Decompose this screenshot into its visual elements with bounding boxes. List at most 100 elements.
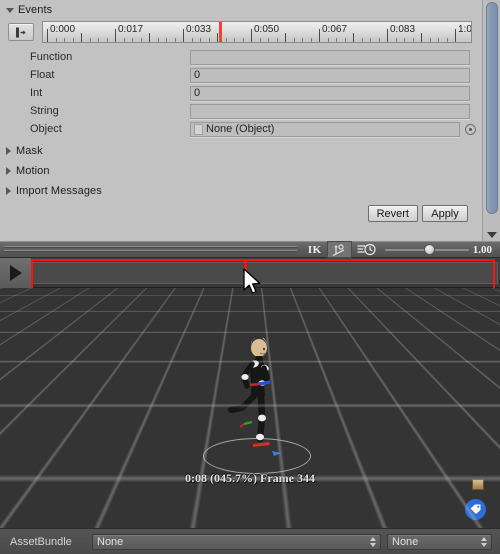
ruler-mid-tick: [81, 33, 82, 42]
field-value: 0: [194, 87, 200, 99]
ruler-mid-tick: [353, 33, 354, 42]
revert-button[interactable]: Revert: [368, 205, 418, 222]
section-foldout-label: Mask: [16, 145, 43, 157]
ruler-tick-label: 1:00: [458, 24, 472, 35]
ruler-minor-tick: [90, 38, 91, 42]
scroll-down-arrow-icon[interactable]: [487, 232, 497, 238]
inspector-scrollbar[interactable]: [482, 0, 500, 241]
ruler-minor-tick: [158, 38, 159, 42]
property-row: Int 0: [0, 84, 482, 102]
timeline-playhead[interactable]: [219, 22, 222, 42]
property-label: Object: [8, 123, 190, 135]
ruler-minor-tick: [345, 38, 346, 42]
ruler-minor-tick: [447, 38, 448, 42]
assetbundle-bar: AssetBundle None None: [0, 528, 500, 554]
ruler-minor-tick: [226, 38, 227, 42]
humanoid-run-pose-icon: [226, 338, 286, 468]
ruler-major-tick: [387, 29, 388, 42]
inspector-panel: Events 0:000 0:017 0:033 0:050 0:067 0:083 1:0…: [0, 0, 500, 241]
pivot-toggle-button[interactable]: [327, 241, 352, 258]
ruler-tick-label: 0:017: [118, 24, 143, 35]
avatar-thumbnail-icon: [472, 479, 484, 490]
playback-speed-button[interactable]: [352, 241, 381, 258]
ruler-tick-label: 0:050: [254, 24, 279, 35]
section-foldout-import-messages[interactable]: Import Messages: [0, 182, 482, 200]
ruler-minor-tick: [166, 38, 167, 42]
ruler-minor-tick: [430, 38, 431, 42]
preview-resize-handle[interactable]: [4, 241, 303, 258]
ruler-minor-tick: [107, 38, 108, 42]
section-foldout-motion[interactable]: Motion: [0, 162, 482, 180]
ruler-tick-label: 0:067: [322, 24, 347, 35]
scrollbar-thumb[interactable]: [486, 2, 498, 214]
section-foldout-label: Motion: [16, 165, 50, 177]
events-foldout-header[interactable]: Events: [0, 2, 482, 17]
ruler-minor-tick: [141, 38, 142, 42]
object-field[interactable]: None (Object): [190, 122, 460, 137]
ruler-minor-tick: [396, 38, 397, 42]
ruler-minor-tick: [379, 38, 380, 42]
property-label: Int: [8, 87, 190, 99]
property-row: Object None (Object): [0, 120, 482, 138]
ruler-minor-tick: [336, 38, 337, 42]
ruler-minor-tick: [438, 38, 439, 42]
function-field[interactable]: [190, 50, 470, 65]
section-foldout-label: Import Messages: [16, 185, 102, 197]
inspector-action-buttons: Revert Apply: [368, 205, 468, 222]
ruler-major-tick: [319, 29, 320, 42]
ruler-minor-tick: [260, 38, 261, 42]
ruler-mid-tick: [421, 33, 422, 42]
asset-label-tag-icon: [469, 503, 482, 516]
ruler-minor-tick: [175, 38, 176, 42]
chevron-updown-icon: [481, 537, 487, 547]
events-timeline-strip: 0:0000:0170:0330:0500:0670:0831:00: [0, 19, 482, 45]
ruler-minor-tick: [268, 38, 269, 42]
float-field[interactable]: 0: [190, 68, 470, 83]
preview-toolbar: IK 1.00: [0, 241, 500, 258]
speed-slider-knob[interactable]: [424, 244, 435, 255]
chevron-right-icon: [6, 147, 11, 155]
assetbundle-name-value: None: [97, 536, 123, 548]
ruler-major-tick: [455, 29, 456, 42]
ruler-mid-tick: [285, 33, 286, 42]
ruler-minor-tick: [277, 38, 278, 42]
property-label: String: [8, 105, 190, 117]
chevron-right-icon: [6, 167, 11, 175]
inspector-sections: Mask Motion Import Messages: [0, 142, 482, 200]
playback-speed-clock-icon: [357, 243, 376, 256]
ruler-minor-tick: [234, 38, 235, 42]
ik-toggle-button[interactable]: IK: [303, 241, 327, 258]
animation-preview-viewport[interactable]: 0:08 (045.7%) Frame 344: [0, 288, 500, 528]
string-field[interactable]: [190, 104, 470, 119]
field-value: 0: [194, 69, 200, 81]
property-label: Function: [8, 51, 190, 63]
add-event-button[interactable]: [8, 23, 34, 41]
play-icon: [10, 265, 22, 281]
asset-label-button[interactable]: [465, 499, 486, 520]
ruler-major-tick: [47, 29, 48, 42]
ruler-minor-tick: [328, 38, 329, 42]
object-picker-icon[interactable]: [465, 124, 476, 135]
add-keyframe-icon: [14, 27, 28, 38]
character-model[interactable]: [226, 338, 286, 468]
unity-animation-inspector-window: Events 0:000 0:017 0:033 0:050 0:067 0:083 1:0…: [0, 0, 500, 554]
speed-value-label: 1.00: [473, 244, 500, 256]
int-field[interactable]: 0: [190, 86, 470, 101]
ruler-minor-tick: [132, 38, 133, 42]
assetbundle-variant-value: None: [392, 536, 418, 548]
property-row: String: [0, 102, 482, 120]
assetbundle-name-dropdown[interactable]: None: [92, 534, 381, 550]
ruler-minor-tick: [404, 38, 405, 42]
ruler-tick-label: 0:083: [390, 24, 415, 35]
playback-scrubber[interactable]: [32, 262, 498, 284]
speed-slider[interactable]: [381, 241, 473, 258]
ruler-major-tick: [115, 29, 116, 42]
section-foldout-mask[interactable]: Mask: [0, 142, 482, 160]
ruler-minor-tick: [98, 38, 99, 42]
ruler-minor-tick: [209, 38, 210, 42]
assetbundle-variant-dropdown[interactable]: None: [387, 534, 492, 550]
timeline-ruler[interactable]: 0:000 0:017 0:033 0:050 0:067 0:083 1:00: [42, 21, 472, 43]
play-button[interactable]: [0, 258, 32, 288]
chevron-down-icon: [6, 8, 14, 13]
apply-button[interactable]: Apply: [422, 205, 468, 222]
